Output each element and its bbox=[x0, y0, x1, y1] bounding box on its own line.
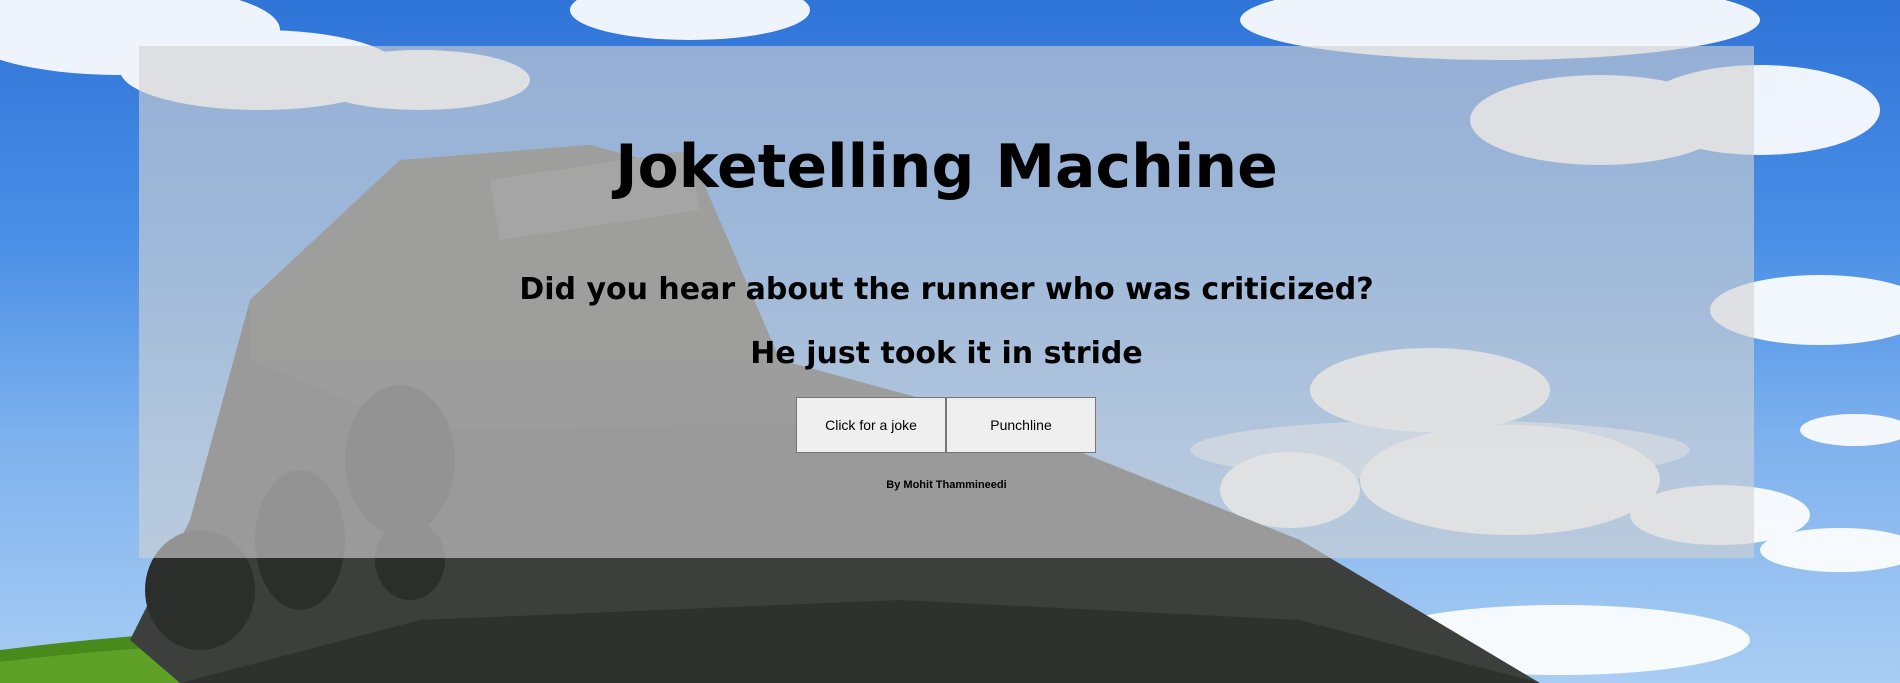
joke-panel: Joketelling Machine Did you hear about t… bbox=[139, 46, 1754, 558]
punchline-button[interactable]: Punchline bbox=[946, 397, 1096, 453]
new-joke-button[interactable]: Click for a joke bbox=[796, 397, 946, 453]
joke-punchline: He just took it in stride bbox=[750, 336, 1143, 371]
page-title: Joketelling Machine bbox=[615, 132, 1278, 202]
author-byline: By Mohit Thammineedi bbox=[886, 479, 1007, 491]
joke-setup: Did you hear about the runner who was cr… bbox=[519, 272, 1374, 307]
button-group: Click for a joke Punchline bbox=[796, 397, 1096, 453]
